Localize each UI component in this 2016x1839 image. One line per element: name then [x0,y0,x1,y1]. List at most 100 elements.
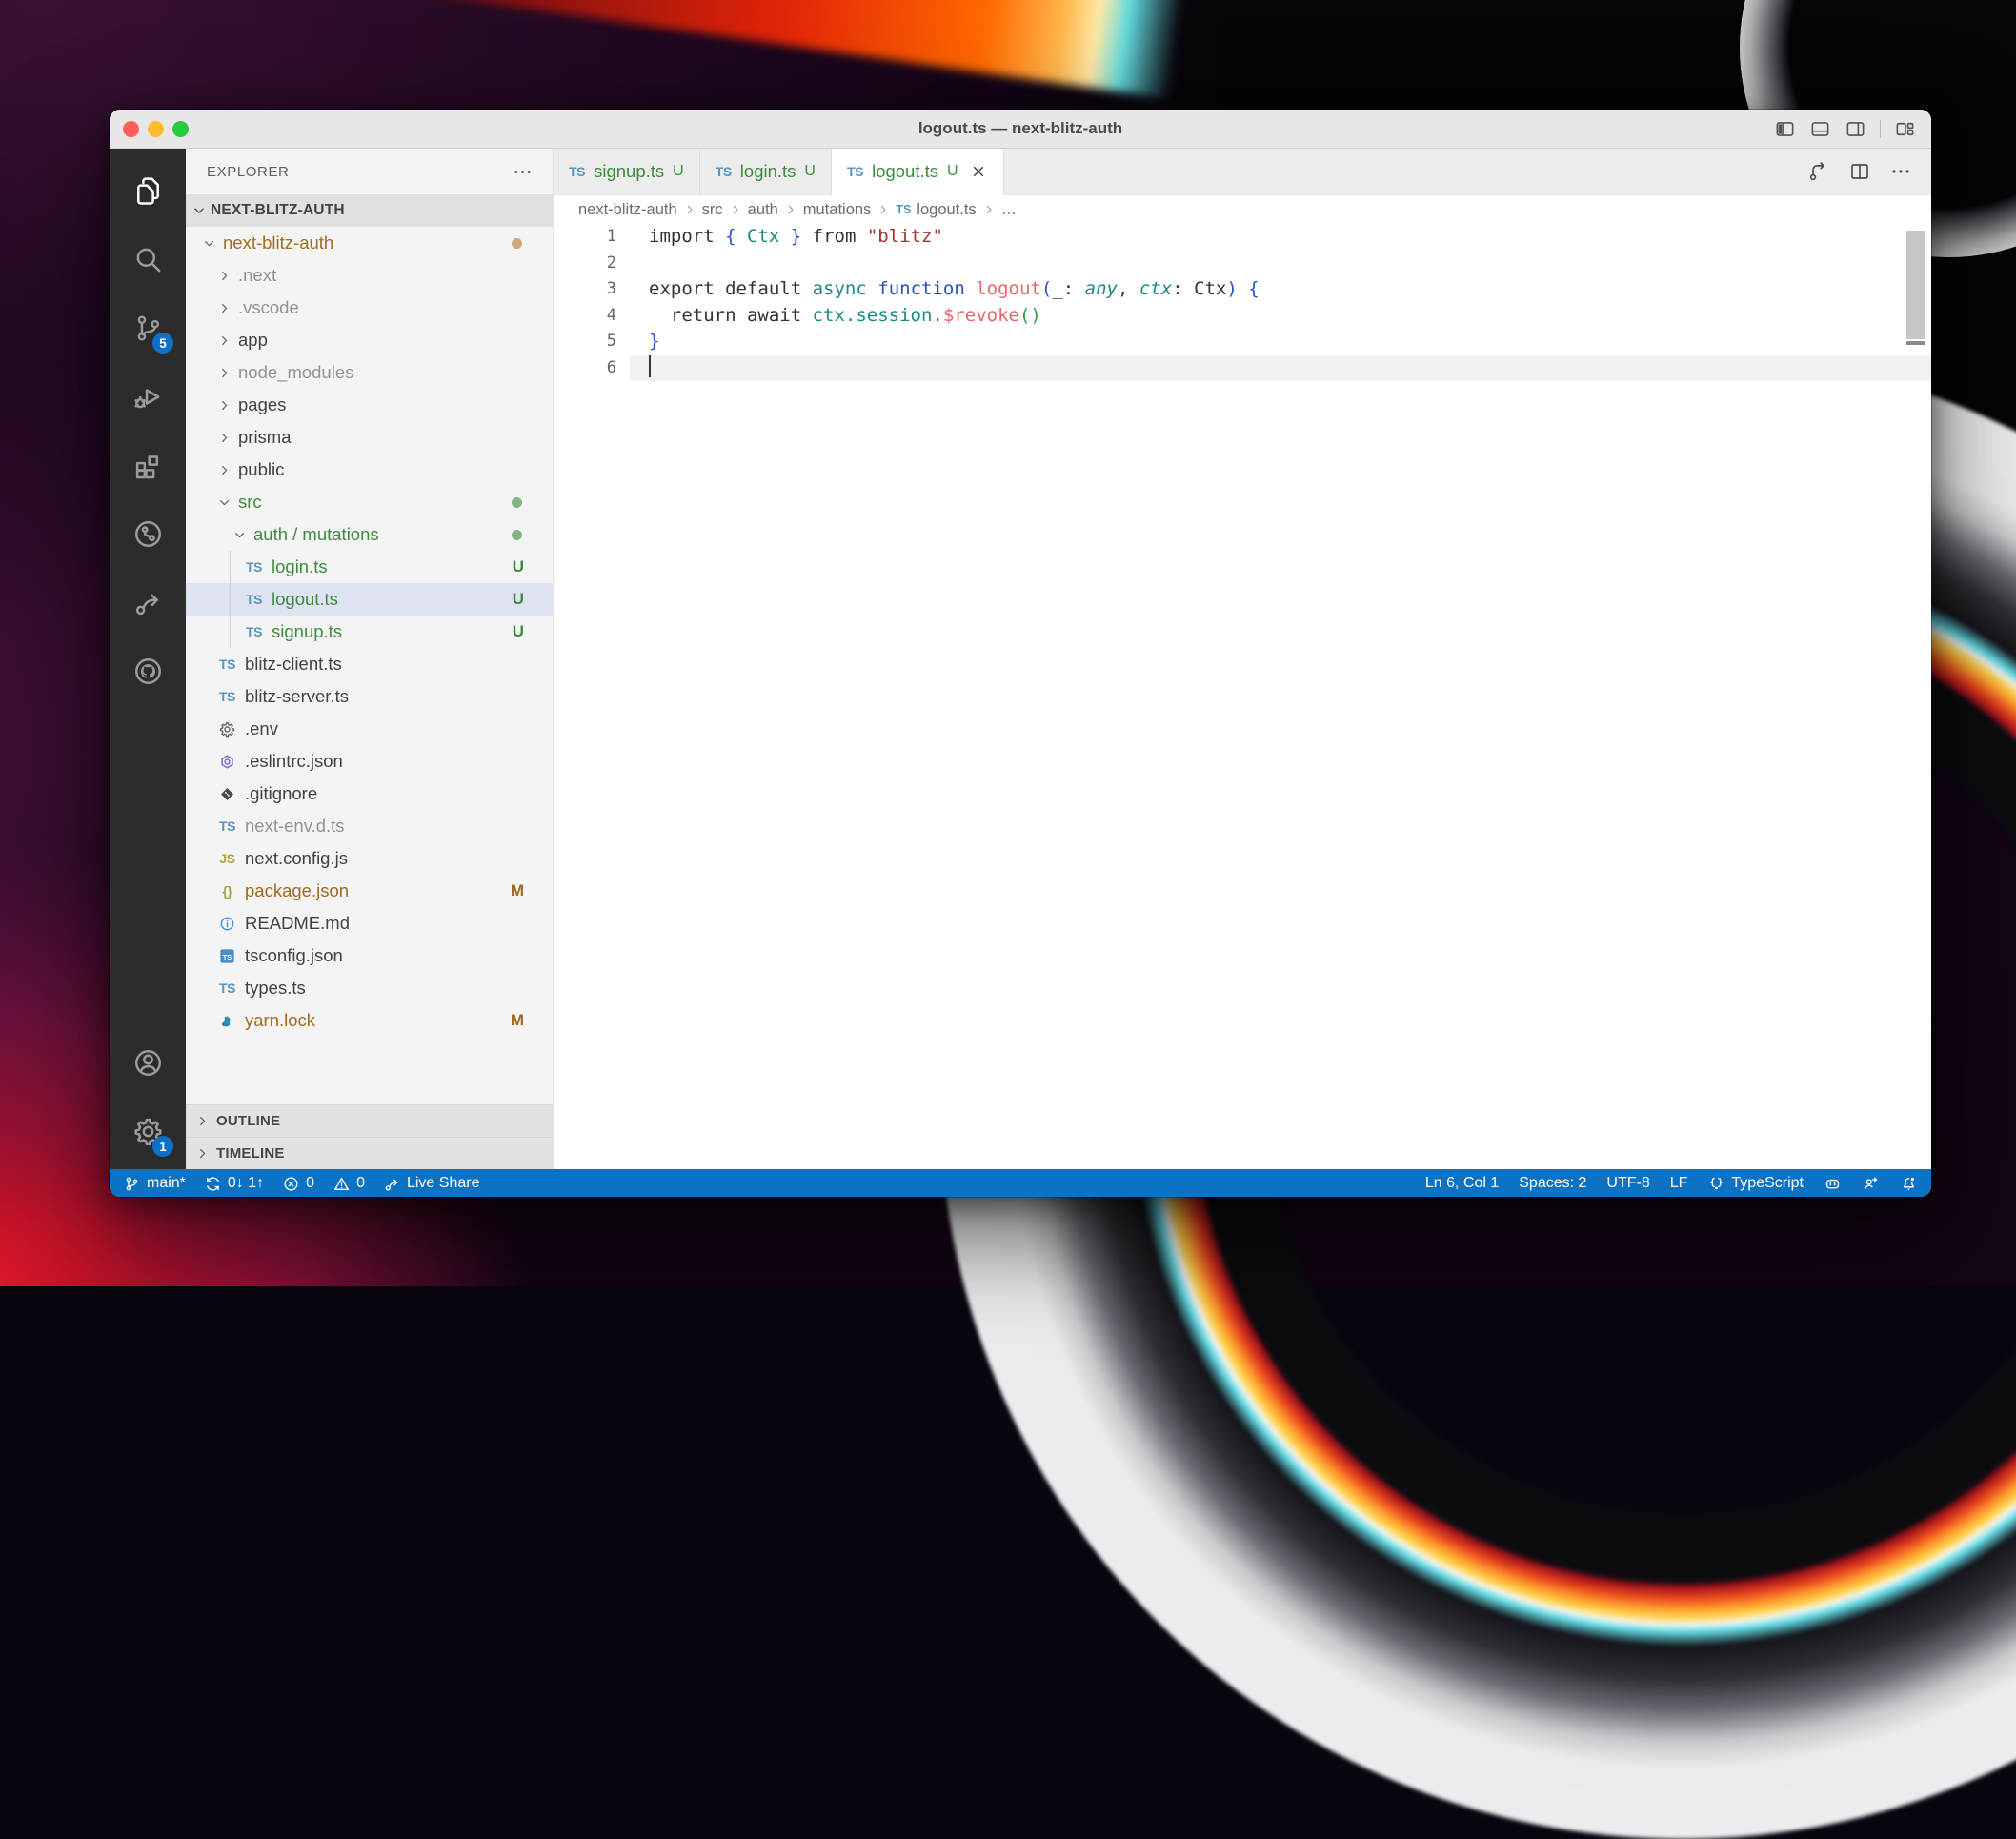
activity-item-settings[interactable]: 1 [110,1097,186,1165]
more-actions-icon[interactable] [512,161,534,183]
breadcrumb-item[interactable]: TSlogout.ts [896,201,976,219]
breadcrumb-item[interactable]: … [1001,201,1018,219]
layout-sidebar-left-icon[interactable] [1774,118,1796,140]
titlebar-actions [1774,110,1916,148]
tree-item-src[interactable]: src [186,486,553,518]
tree-item-label: yarn.lock [245,1010,315,1031]
code-editor[interactable]: 1 import { Ctx } from "blitz" 2 3 export… [554,224,1931,1169]
split-editor-icon[interactable] [1848,160,1871,183]
status-item-notifications[interactable] [1900,1175,1918,1193]
typescript-file-icon: TS [847,164,863,179]
title-bar[interactable]: logout.ts — next-blitz-auth [110,110,1931,149]
live-share-icon [131,586,165,619]
section-outline[interactable]: OUTLINE [186,1104,553,1137]
tree-item-auth-mutations[interactable]: auth / mutations [186,518,553,551]
layout-sidebar-right-icon[interactable] [1845,118,1866,140]
breadcrumb-item[interactable]: mutations [803,201,872,219]
close-icon[interactable] [969,162,988,181]
tree-item-README.md[interactable]: README.md [186,907,553,940]
chevron-right-icon [216,300,232,316]
workspace-section-header[interactable]: NEXT-BLITZ-AUTH [186,194,553,227]
tree-item-blitz-client.ts[interactable]: TSblitz-client.ts [186,648,553,680]
activity-item-extensions[interactable] [110,431,186,499]
typescript-file-icon: TS [241,592,267,607]
tree-item-prisma[interactable]: prisma [186,421,553,454]
tree-item-types.ts[interactable]: TStypes.ts [186,972,553,1004]
status-item-eol[interactable]: LF [1670,1175,1688,1192]
line-number: 5 [554,329,616,355]
status-item-branch-status[interactable]: main* [123,1175,186,1193]
tree-item-node-modules[interactable]: node_modules [186,356,553,389]
tree-item-.env[interactable]: .env [186,713,553,745]
status-item-live-share-status[interactable]: Live Share [383,1175,480,1193]
activity-item-accounts[interactable] [110,1028,186,1097]
status-item-encoding[interactable]: UTF-8 [1606,1175,1649,1192]
vscode-window: logout.ts — next-blitz-auth 5 1 EXPLORER… [110,110,1931,1197]
breadcrumb-item[interactable]: auth [748,201,778,219]
zoom-window-button[interactable] [172,121,189,137]
tree-item-yarn.lock[interactable]: yarn.lockM [186,1004,553,1037]
tree-item-login.ts[interactable]: TSlogin.tsU [186,551,553,583]
layout-panel-icon[interactable] [1809,118,1831,140]
tab-login.ts[interactable]: TS login.ts U [700,149,832,194]
error-icon [282,1175,300,1193]
tree-item-next.config.js[interactable]: JSnext.config.js [186,842,553,875]
git-status-badge: U [513,557,524,576]
status-item-indentation[interactable]: Spaces: 2 [1519,1175,1586,1192]
status-item-sync-status[interactable]: 0↓ 1↑ [204,1175,264,1193]
tree-item-package.json[interactable]: {}package.jsonM [186,875,553,907]
status-label: 0↓ 1↑ [228,1175,264,1192]
tab-signup.ts[interactable]: TS signup.ts U [554,149,700,194]
tree-item-next-env.d.ts[interactable]: TSnext-env.d.ts [186,810,553,842]
status-item-errors-count[interactable]: 0 [282,1175,314,1193]
breadcrumb-item[interactable]: src [702,201,723,219]
tree-item-pages[interactable]: pages [186,389,553,421]
status-item-cursor-position[interactable]: Ln 6, Col 1 [1425,1175,1499,1192]
status-item-warnings-count[interactable]: 0 [333,1175,365,1193]
activity-item-explorer[interactable] [110,156,186,225]
section-label: OUTLINE [216,1113,280,1129]
section-timeline[interactable]: TIMELINE [186,1137,553,1169]
tree-item-app[interactable]: app [186,324,553,356]
tree-item-public[interactable]: public [186,454,553,486]
tree-item-label: src [238,492,262,513]
tree-item-label: .eslintrc.json [245,751,343,772]
code-text [616,355,651,382]
tree-item-.gitignore[interactable]: .gitignore [186,778,553,810]
scrollbar-thumb[interactable] [1906,231,1925,339]
tree-item-.eslintrc.json[interactable]: .eslintrc.json [186,745,553,778]
more-horizontal-icon[interactable] [1889,160,1912,183]
minimize-window-button[interactable] [148,121,164,137]
activity-item-live-share[interactable] [110,568,186,637]
section-label: TIMELINE [216,1145,285,1162]
tree-item-.next[interactable]: .next [186,259,553,292]
activity-item-run-and-debug[interactable] [110,362,186,431]
tree-item-next-blitz-auth[interactable]: next-blitz-auth [186,227,553,259]
activity-item-search[interactable] [110,225,186,293]
tree-item-tsconfig.json[interactable]: TStsconfig.json [186,940,553,972]
tree-item-signup.ts[interactable]: TSsignup.tsU [186,616,553,648]
tab-logout.ts[interactable]: TS logout.ts U [832,149,1004,195]
open-changes-icon[interactable] [1807,160,1830,183]
code-token: : Ctx [1172,278,1226,299]
customize-layout-icon[interactable] [1894,118,1916,140]
status-label: Live Share [407,1175,480,1192]
status-item-language-mode[interactable]: TypeScript [1707,1175,1804,1193]
typescript-file-icon: TS [569,164,585,179]
status-item-copilot-status[interactable] [1824,1175,1842,1193]
code-token: ctx [1139,278,1172,299]
activity-item-github[interactable] [110,637,186,705]
breadcrumb-item[interactable]: next-blitz-auth [578,201,677,219]
breadcrumb-label: next-blitz-auth [578,201,677,219]
close-window-button[interactable] [123,121,139,137]
tree-item-logout.ts[interactable]: TSlogout.tsU [186,583,553,616]
editor-scrollbar[interactable] [1906,224,1925,1169]
traffic-lights [123,110,189,148]
status-bar-right: Ln 6, Col 1 Spaces: 2 UTF-8 LF TypeScrip… [1405,1175,1918,1193]
activity-item-commit-graph[interactable] [110,499,186,568]
activity-item-source-control[interactable]: 5 [110,293,186,362]
tab-git-status: U [804,163,816,180]
tree-item-blitz-server.ts[interactable]: TSblitz-server.ts [186,680,553,713]
status-item-feedback[interactable] [1862,1175,1880,1193]
tree-item-.vscode[interactable]: .vscode [186,292,553,324]
